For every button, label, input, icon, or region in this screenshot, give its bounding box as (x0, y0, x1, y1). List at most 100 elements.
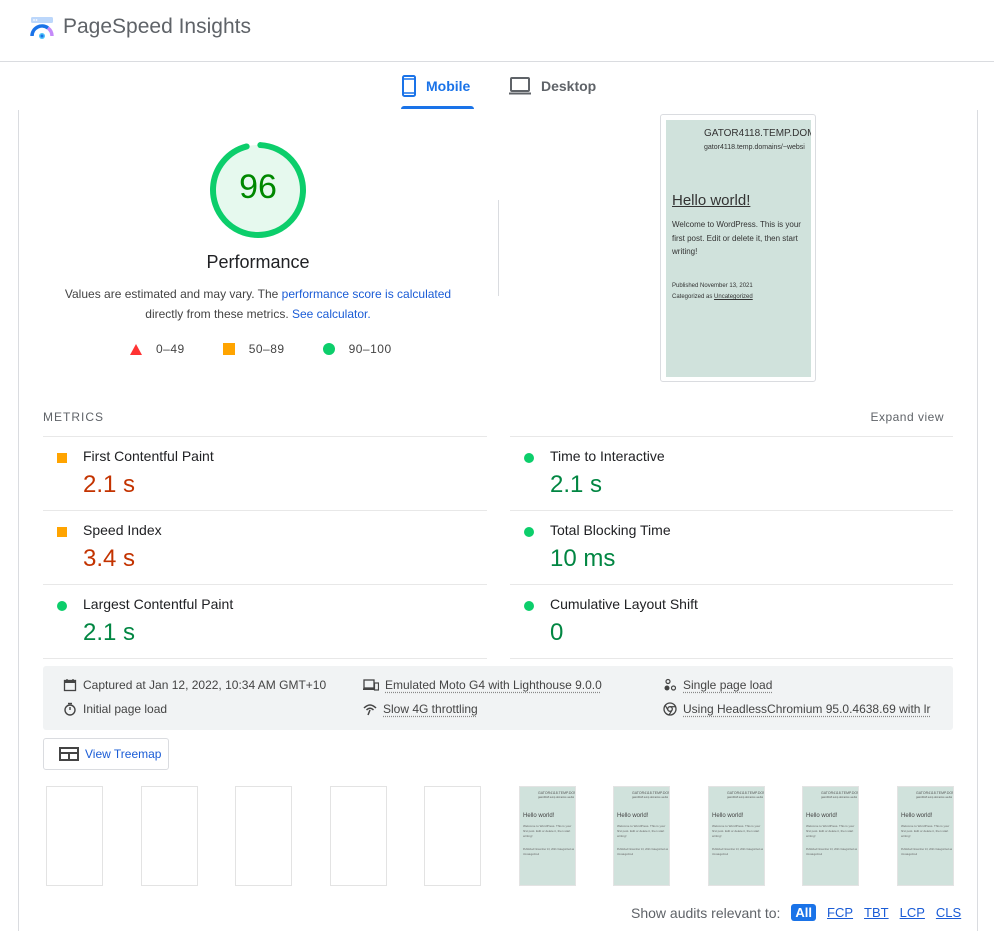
filter-cls[interactable]: CLS (936, 905, 961, 920)
tab-desktop-label: Desktop (541, 78, 597, 94)
tab-desktop[interactable]: Desktop (509, 62, 596, 110)
stopwatch-icon (64, 702, 76, 716)
metric-name: Largest Contentful Paint (83, 596, 234, 612)
screenshot-page: GATOR4118.TEMP.DOM gator4118.temp.domain… (666, 120, 811, 377)
metric-value: 3.4 s (83, 545, 136, 572)
metric-name: Time to Interactive (550, 448, 665, 464)
filter-lcp[interactable]: LCP (900, 905, 925, 920)
frame-post-title: Hello world! (806, 813, 838, 819)
treemap-icon (59, 747, 79, 761)
metric-name: Speed Index (83, 522, 162, 538)
card-border-right (977, 110, 978, 931)
filter-tbt[interactable]: TBT (864, 905, 889, 920)
legend-pass: 90–100 (322, 342, 392, 356)
frame-post-meta: Published November 13, 2021 Categorized … (806, 848, 858, 856)
frame-site-url: gator4118.temp.domains/~websi (632, 796, 669, 799)
frame-site-title: GATOR4118.TEMP.DOM (821, 791, 859, 795)
pass-circle-icon (524, 527, 534, 537)
frame-site-title: GATOR4118.TEMP.DOM (538, 791, 576, 795)
initial-page-load: Initial page load (63, 702, 167, 716)
expand-view-button[interactable]: Expand view (870, 410, 944, 424)
frame-post-meta: Published November 13, 2021 Categorized … (617, 848, 669, 856)
filmstrip-frame[interactable] (330, 786, 387, 886)
frame-post-body: Welcome to WordPress. This is your first… (901, 824, 950, 838)
legend-fail-range: 0–49 (156, 342, 185, 356)
frame-post-title: Hello world! (901, 813, 933, 819)
filter-all[interactable]: All (791, 904, 817, 921)
filmstrip-frame[interactable]: GATOR4118.TEMP.DOM gator4118.temp.domains… (708, 786, 765, 886)
emulated-device[interactable]: Emulated Moto G4 with Lighthouse 9.0.0 (363, 678, 602, 692)
screenshot-post-body: Welcome to WordPress. This is your first… (672, 220, 801, 256)
browser-version-text[interactable]: Using HeadlessChromium 95.0.4638.69 with… (683, 702, 930, 716)
pass-circle-icon (57, 601, 67, 611)
metrics-heading: METRICS (43, 410, 104, 424)
laptop-icon (509, 77, 531, 95)
network-throttling-text[interactable]: Slow 4G throttling (383, 702, 478, 716)
final-screenshot[interactable]: GATOR4118.TEMP.DOM gator4118.temp.domain… (660, 114, 816, 382)
frame-post-body: Welcome to WordPress. This is your first… (806, 824, 855, 838)
frame-post-meta: Published November 13, 2021 Categorized … (901, 848, 953, 856)
frame-site-title: GATOR4118.TEMP.DOM (632, 791, 670, 795)
metric-cumulative-layout-shift[interactable]: Cumulative Layout Shift 0 (510, 584, 953, 658)
legend-average: 50–89 (222, 342, 285, 356)
filmstrip-frame[interactable]: GATOR4118.TEMP.DOM gator4118.temp.domains… (613, 786, 670, 886)
tab-mobile[interactable]: Mobile (402, 62, 470, 110)
desc-text-1: Values are estimated and may vary. The (64, 287, 282, 301)
frame-site-title: GATOR4118.TEMP.DOM (727, 791, 765, 795)
filmstrip-frame[interactable]: GATOR4118.TEMP.DOM gator4118.temp.domains… (519, 786, 576, 886)
metric-first-contentful-paint[interactable]: First Contentful Paint 2.1 s (43, 436, 487, 510)
active-tab-indicator (401, 106, 474, 109)
calendar-icon (63, 679, 77, 692)
frame-post-title: Hello world! (712, 813, 744, 819)
emulated-device-text[interactable]: Emulated Moto G4 with Lighthouse 9.0.0 (385, 678, 602, 692)
metric-value: 2.1 s (550, 471, 603, 498)
metric-value: 0 (550, 619, 564, 646)
screenshot-site-title: GATOR4118.TEMP.DOM (704, 128, 811, 139)
see-calculator-link[interactable]: See calculator. (292, 307, 371, 321)
screenshot-category: Uncategorized (714, 294, 753, 300)
browser-version[interactable]: Using HeadlessChromium 95.0.4638.69 with… (663, 702, 930, 716)
frame-post-title: Hello world! (617, 813, 649, 819)
frame-site-url: gator4118.temp.domains/~websi (727, 796, 764, 799)
frame-post-meta: Published November 13, 2021 Categorized … (712, 848, 764, 856)
tab-mobile-label: Mobile (426, 78, 471, 94)
filmstrip-frame[interactable]: GATOR4118.TEMP.DOM gator4118.temp.domains… (897, 786, 954, 886)
filmstrip-frame[interactable] (235, 786, 292, 886)
frame-site-url: gator4118.temp.domains/~websi (538, 796, 575, 799)
card-border-left (18, 110, 19, 931)
filmstrip-frame[interactable] (424, 786, 481, 886)
performance-score-link[interactable]: performance score is calculated (282, 287, 451, 301)
chromium-icon (663, 702, 677, 716)
frame-site-url: gator4118.temp.domains/~websi (916, 796, 953, 799)
view-treemap-label: View Treemap (85, 747, 162, 761)
frame-post-body: Welcome to WordPress. This is your first… (712, 824, 761, 838)
metric-total-blocking-time[interactable]: Total Blocking Time 10 ms (510, 510, 953, 584)
filmstrip-frame[interactable] (46, 786, 103, 886)
metric-value: 10 ms (550, 545, 616, 572)
metric-speed-index[interactable]: Speed Index 3.4 s (43, 510, 487, 584)
score-description: Values are estimated and may vary. The p… (50, 284, 466, 324)
app-header: PageSpeed Insights (0, 0, 994, 62)
average-square-icon (57, 527, 67, 537)
devices-icon (363, 679, 379, 691)
view-treemap-button[interactable]: View Treemap (43, 738, 169, 770)
legend-pass-range: 90–100 (348, 342, 392, 356)
screenshot-post-title: Hello world! (672, 192, 751, 209)
filmstrip: GATOR4118.TEMP.DOM gator4118.temp.domains… (46, 786, 954, 886)
single-page-load[interactable]: Single page load (663, 678, 772, 692)
filmstrip-frame[interactable] (141, 786, 198, 886)
red-triangle-icon (130, 343, 142, 355)
metric-value: 2.1 s (83, 619, 136, 646)
frame-post-body: Welcome to WordPress. This is your first… (523, 824, 572, 838)
legend-fail: 0–49 (130, 342, 185, 356)
initial-page-load-text: Initial page load (83, 702, 168, 716)
desc-text-2: directly from these metrics. (145, 307, 292, 321)
network-throttling[interactable]: Slow 4G throttling (363, 702, 478, 716)
app-title: PageSpeed Insights (63, 15, 251, 38)
single-page-load-text[interactable]: Single page load (683, 678, 772, 692)
metric-largest-contentful-paint[interactable]: Largest Contentful Paint 2.1 s (43, 584, 487, 658)
metric-time-to-interactive[interactable]: Time to Interactive 2.1 s (510, 436, 953, 510)
filmstrip-frame[interactable]: GATOR4118.TEMP.DOM gator4118.temp.domains… (802, 786, 859, 886)
pagespeed-logo-icon[interactable] (30, 16, 54, 40)
filter-fcp[interactable]: FCP (827, 905, 853, 920)
